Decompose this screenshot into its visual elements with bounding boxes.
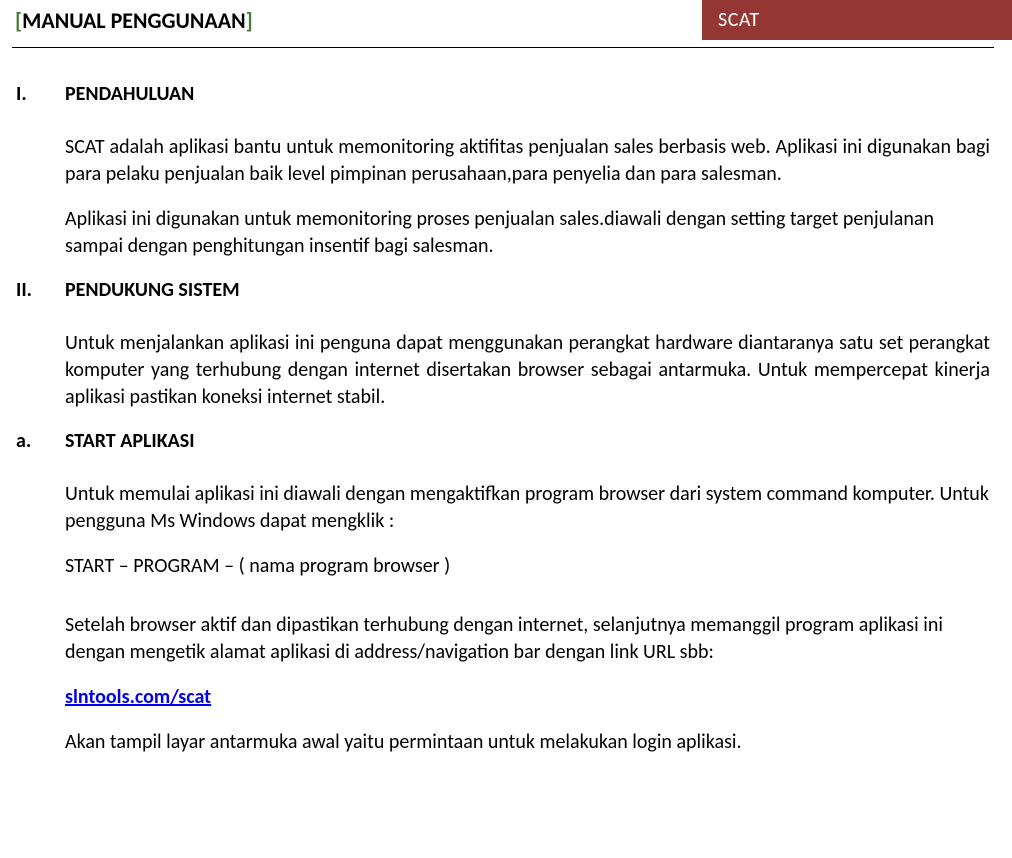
section-1-heading: PENDAHULUAN <box>65 82 194 106</box>
section-3-number: a. <box>10 429 65 453</box>
paragraph-7-link: slntools.com/scat <box>65 684 990 711</box>
bracket-right: ] <box>246 7 253 34</box>
paragraph-6: Setelah browser aktif dan dipastikan ter… <box>65 612 990 666</box>
document-body: I. PENDAHULUAN SCAT adalah aplikasi bant… <box>0 48 1012 756</box>
section-1-number: I. <box>10 82 65 106</box>
paragraph-2: Aplikasi ini digunakan untuk memonitorin… <box>65 206 990 260</box>
paragraph-4: Untuk memulai aplikasi ini diawali denga… <box>65 481 990 535</box>
paragraph-5: START – PROGRAM – ( nama program browser… <box>65 553 990 580</box>
header-badge: SCAT <box>702 0 1012 40</box>
section-1-row: I. PENDAHULUAN <box>10 82 996 106</box>
section-2-number: II. <box>10 278 65 302</box>
header-title-text: MANUAL PENGGUNAAN <box>22 7 245 34</box>
section-3-heading: START APLIKASI <box>65 429 195 453</box>
section-3-row: a. START APLIKASI <box>10 429 996 453</box>
app-url-link[interactable]: slntools.com/scat <box>65 685 211 709</box>
document-header: [MANUAL PENGGUNAAN] SCAT <box>12 0 994 48</box>
section-2-heading: PENDUKUNG SISTEM <box>65 278 240 302</box>
paragraph-3: Untuk menjalankan aplikasi ini penguna d… <box>65 330 990 411</box>
paragraph-1: SCAT adalah aplikasi bantu untuk memonit… <box>65 134 990 188</box>
header-title: [MANUAL PENGGUNAAN] <box>15 7 253 34</box>
paragraph-8: Akan tampil layar antarmuka awal yaitu p… <box>65 729 990 756</box>
section-2-row: II. PENDUKUNG SISTEM <box>10 278 996 302</box>
